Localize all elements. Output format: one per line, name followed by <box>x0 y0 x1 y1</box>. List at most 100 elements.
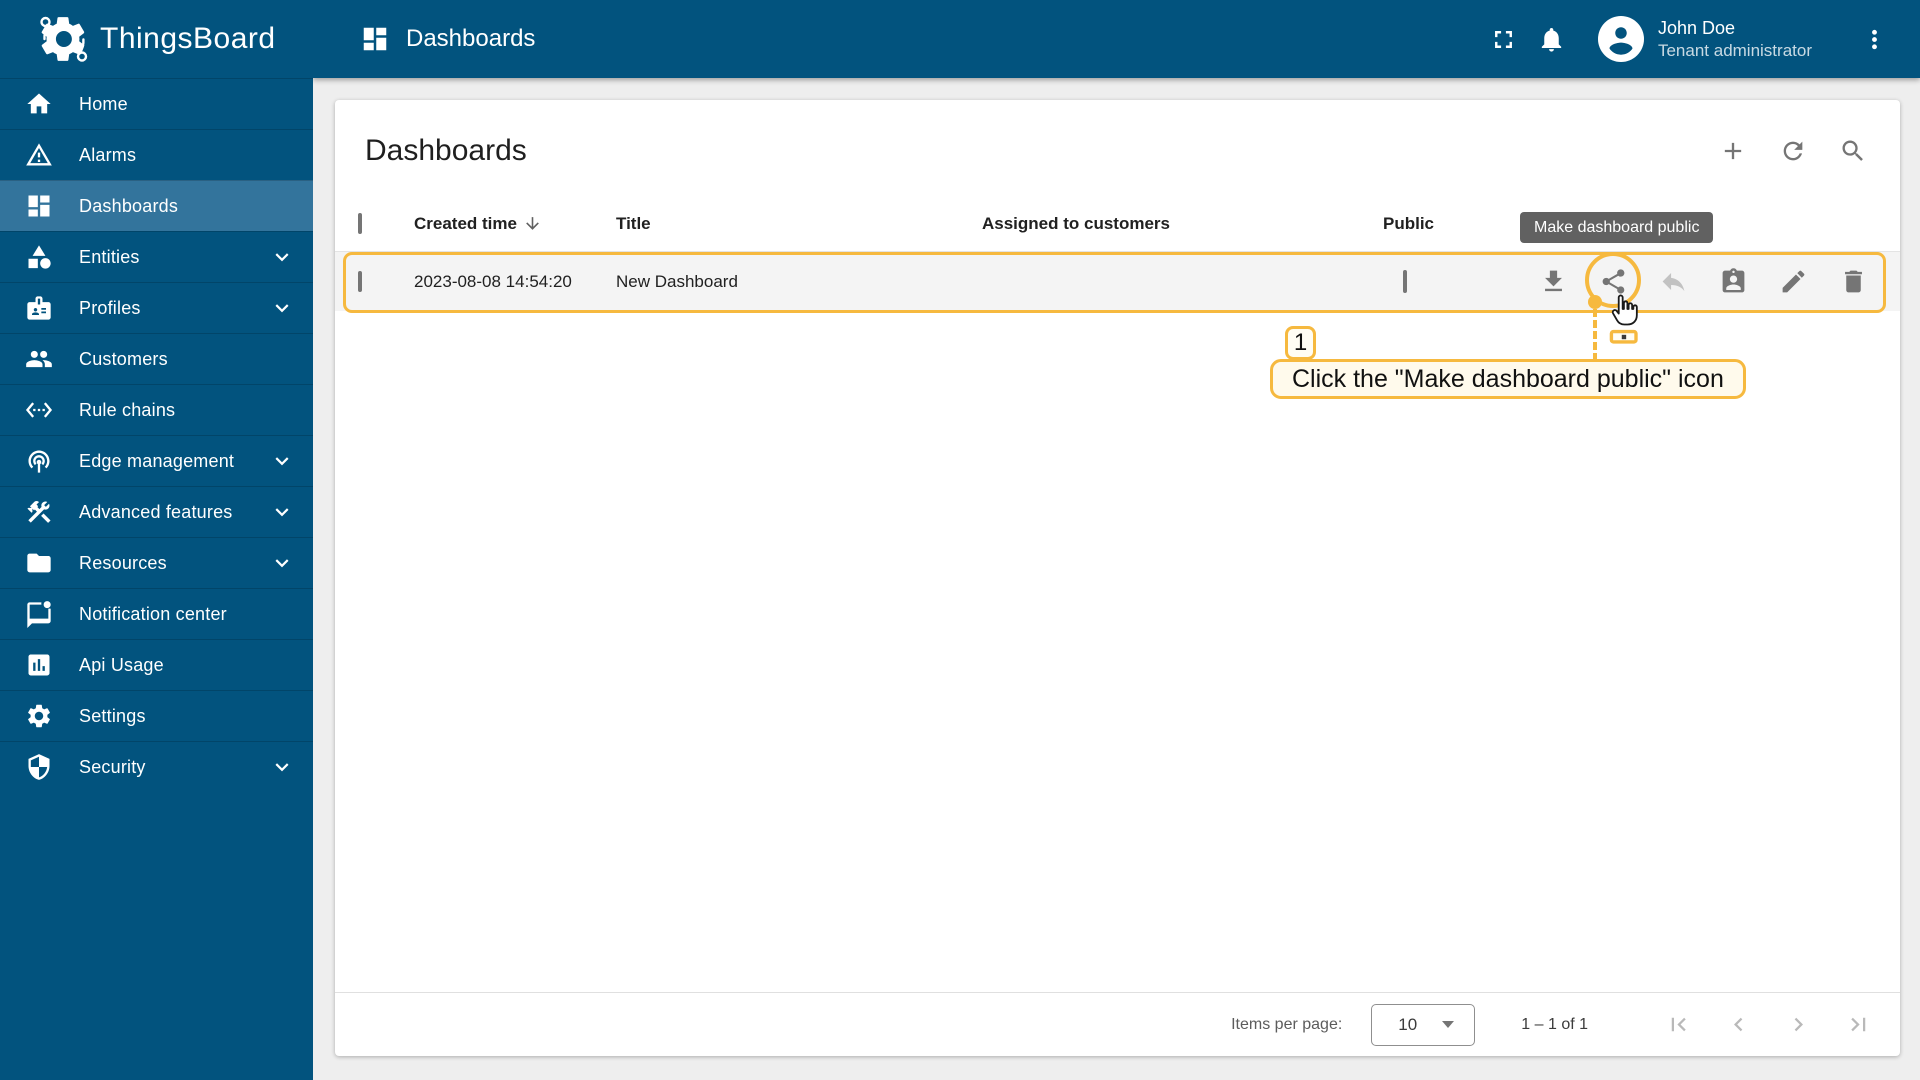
advanced-features-icon <box>25 498 53 526</box>
make-dashboard-public-button[interactable] <box>1591 260 1635 304</box>
sidebar-item-entities[interactable]: Entities <box>0 231 313 282</box>
public-checkbox[interactable] <box>1403 269 1407 293</box>
sidebar-item-dashboards[interactable]: Dashboards <box>0 180 313 231</box>
row-checkbox[interactable] <box>358 270 362 292</box>
column-header-title[interactable]: Title <box>616 214 982 234</box>
items-per-page-label: Items per page: <box>1231 1015 1343 1033</box>
more-menu-button[interactable] <box>1850 15 1898 63</box>
export-dashboard-button[interactable] <box>1531 260 1575 304</box>
first-page-icon <box>1665 1011 1692 1038</box>
chevron-left-icon <box>1725 1011 1752 1038</box>
notifications-button[interactable] <box>1528 15 1576 63</box>
fullscreen-button[interactable] <box>1480 15 1528 63</box>
card-header: Dashboards <box>335 100 1900 196</box>
add-dashboard-button[interactable] <box>1713 131 1753 171</box>
app-name: ThingsBoard <box>100 22 276 55</box>
sidebar-item-security[interactable]: Security <box>0 741 313 792</box>
customers-icon <box>25 345 53 373</box>
search-button[interactable] <box>1833 131 1873 171</box>
sidebar-item-settings[interactable]: Settings <box>0 690 313 741</box>
sort-descending-icon <box>523 214 542 233</box>
column-header-created-time[interactable]: Created time <box>414 214 616 234</box>
refresh-button[interactable] <box>1773 131 1813 171</box>
user-info[interactable]: John Doe Tenant administrator <box>1658 17 1812 61</box>
last-page-button[interactable] <box>1836 1003 1880 1047</box>
chevron-down-icon <box>269 499 295 525</box>
page-size-select[interactable]: 10 <box>1371 1003 1476 1046</box>
dashboards-icon <box>360 24 390 54</box>
entities-icon <box>25 243 53 271</box>
dropdown-caret-icon <box>1442 1021 1455 1028</box>
next-page-button[interactable] <box>1776 1003 1820 1047</box>
card-title: Dashboards <box>365 134 527 167</box>
chevron-down-icon <box>269 295 295 321</box>
make-dashboard-private-button <box>1651 260 1695 304</box>
page-title: Dashboards <box>406 25 536 52</box>
row-created-time: 2023-08-08 14:54:20 <box>414 271 572 291</box>
rule-chains-icon <box>25 396 53 424</box>
sidebar-item-resources[interactable]: Resources <box>0 537 313 588</box>
sidebar-item-edge-management[interactable]: Edge management <box>0 435 313 486</box>
chevron-down-icon <box>269 550 295 576</box>
select-all-checkbox[interactable] <box>358 212 362 234</box>
page-range: 1 – 1 of 1 <box>1521 1015 1588 1033</box>
assigned-customers-icon <box>1719 267 1748 296</box>
sidebar: ThingsBoard Home Alarms Dashboards Entit… <box>0 0 313 1080</box>
manage-assigned-customers-button[interactable] <box>1711 260 1755 304</box>
search-icon <box>1839 137 1867 165</box>
breadcrumb: Dashboards <box>360 24 535 54</box>
sidebar-item-home[interactable]: Home <box>0 78 313 129</box>
delete-icon <box>1839 267 1868 296</box>
row-actions <box>1530 260 1900 304</box>
settings-icon <box>25 702 53 730</box>
first-page-button[interactable] <box>1656 1003 1700 1047</box>
user-role: Tenant administrator <box>1657 40 1812 60</box>
add-icon <box>1719 137 1747 165</box>
dashboards-icon <box>25 192 53 220</box>
alarms-icon <box>25 141 53 169</box>
sidebar-item-notification-center[interactable]: Notification center <box>0 588 313 639</box>
download-icon <box>1539 267 1568 296</box>
edit-icon <box>1779 267 1808 296</box>
delete-dashboard-button[interactable] <box>1831 260 1875 304</box>
edge-management-icon <box>25 447 53 475</box>
app-logo[interactable]: ThingsBoard <box>0 0 313 78</box>
sidebar-item-customers[interactable]: Customers <box>0 333 313 384</box>
sidebar-item-api-usage[interactable]: Api Usage <box>0 639 313 690</box>
sidebar-item-profiles[interactable]: Profiles <box>0 282 313 333</box>
topbar: Dashboards John Doe Tenant administrator <box>313 0 1920 78</box>
security-icon <box>25 753 53 781</box>
column-header-public[interactable]: Public <box>1383 214 1530 234</box>
home-icon <box>25 90 53 118</box>
sidebar-item-rule-chains[interactable]: Rule chains <box>0 384 313 435</box>
column-header-assigned[interactable]: Assigned to customers <box>982 214 1383 234</box>
share-icon <box>1599 267 1628 296</box>
table-row[interactable]: 2023-08-08 14:54:20 New Dashboard <box>335 252 1900 311</box>
undo-icon <box>1659 267 1688 296</box>
edit-dashboard-button[interactable] <box>1771 260 1815 304</box>
avatar[interactable] <box>1597 16 1644 62</box>
chevron-down-icon <box>269 754 295 780</box>
api-usage-icon <box>25 651 53 679</box>
sidebar-item-alarms[interactable]: Alarms <box>0 129 313 180</box>
refresh-icon <box>1779 137 1807 165</box>
sidebar-item-advanced-features[interactable]: Advanced features <box>0 486 313 537</box>
chevron-down-icon <box>269 244 295 270</box>
notifications-icon <box>1537 25 1566 54</box>
chevron-right-icon <box>1785 1011 1812 1038</box>
notification-center-icon <box>25 600 53 628</box>
table-header-row: Created time Title Assigned to customers… <box>335 196 1900 252</box>
fullscreen-icon <box>1489 25 1518 54</box>
chevron-down-icon <box>269 448 295 474</box>
page-size-value: 10 <box>1398 1014 1418 1034</box>
sidebar-nav: Home Alarms Dashboards Entities Profiles… <box>0 78 313 792</box>
more-vert-icon <box>1860 25 1889 54</box>
row-title: New Dashboard <box>616 271 738 291</box>
dashboards-card: Dashboards Created time Title Assigned t… <box>335 100 1900 1056</box>
paginator: Items per page: 10 1 – 1 of 1 <box>335 992 1900 1056</box>
thingsboard-logo-icon <box>38 13 90 65</box>
resources-icon <box>25 549 53 577</box>
previous-page-button[interactable] <box>1716 1003 1760 1047</box>
profiles-icon <box>25 294 53 322</box>
main-content: Dashboards Created time Title Assigned t… <box>313 78 1920 1080</box>
